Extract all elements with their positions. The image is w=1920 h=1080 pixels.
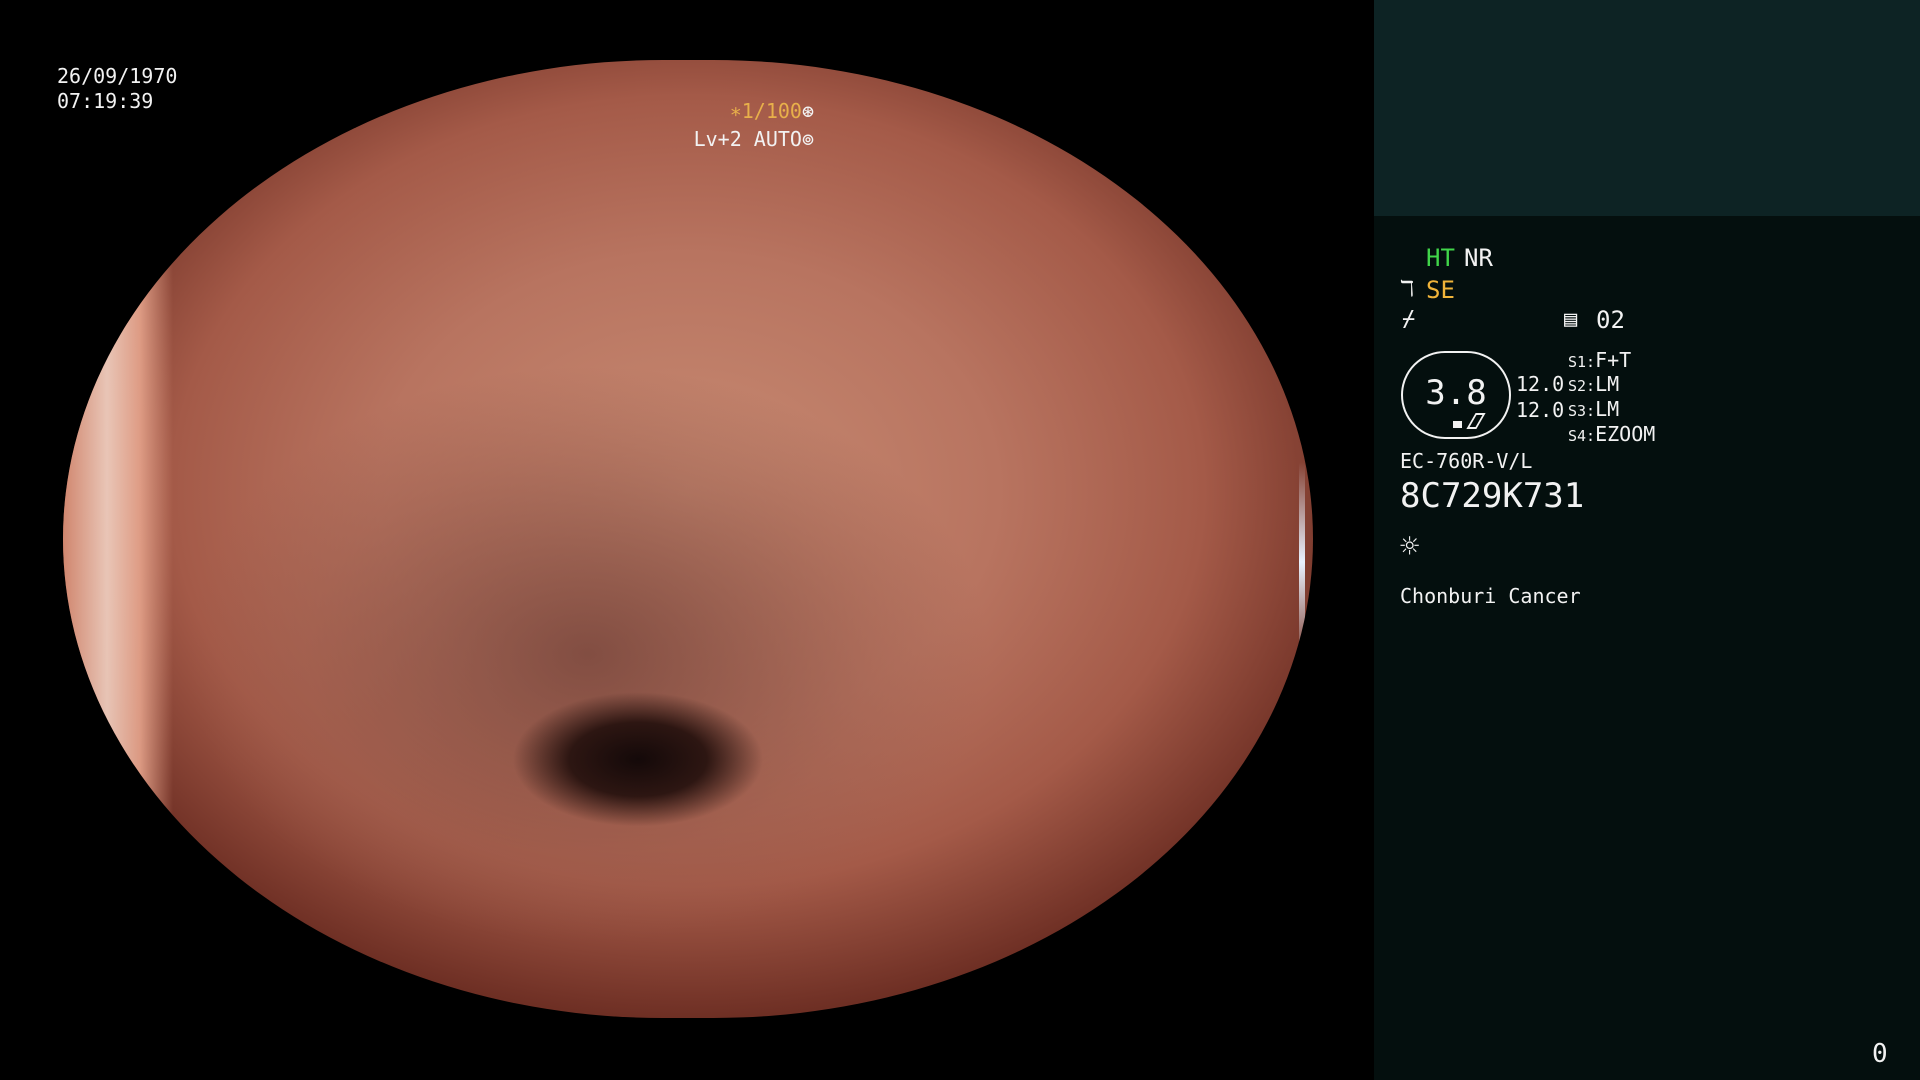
switch-s3: S3:LM <box>1568 397 1619 423</box>
zoom-value-bottom: 12.0 <box>1516 398 1565 422</box>
scope-model: EC-760R-V/L <box>1400 449 1533 473</box>
level-text: Lv+2 AUTO <box>693 127 802 151</box>
frame-counter: 0 <box>1872 1039 1888 1069</box>
switch-value: LM <box>1595 397 1620 421</box>
exam-date: 26/09/1970 <box>57 64 178 88</box>
shutter-icon: ⊛ <box>801 99 814 123</box>
zoom-value: 3.8 <box>1425 373 1487 413</box>
switch-value: LM <box>1595 372 1620 396</box>
switch-value: EZOOM <box>1595 422 1656 446</box>
switch-key: S4: <box>1568 427 1596 445</box>
switch-key: S3: <box>1568 402 1596 420</box>
switch-s4: S4:EZOOM <box>1568 422 1655 448</box>
light-source-icon: ☼ <box>1400 527 1420 565</box>
zoom-value-top: 12.0 <box>1516 372 1565 396</box>
se-indicator: SE <box>1426 276 1455 304</box>
switch-value: F+T <box>1595 348 1632 372</box>
shutter-speed: ∗1/100⊛ <box>730 98 814 124</box>
zoom-slash-icon <box>1466 413 1486 429</box>
switch-key: S2: <box>1568 377 1596 395</box>
endoscopy-image <box>63 60 1313 1018</box>
brightness-level: Lv+2 AUTO⊚ <box>694 126 814 152</box>
zoom-marker-icon <box>1453 421 1462 428</box>
zoom-indicator: 3.8 <box>1401 351 1511 439</box>
endoscope-view: 26/09/1970 07:19:39 ∗1/100⊛ Lv+2 AUTO⊚ <box>0 0 1374 1080</box>
info-panel-header <box>1374 0 1920 216</box>
shutter-value: ∗1/100 <box>729 99 802 123</box>
auto-iris-icon: ⊚ <box>801 127 814 151</box>
nr-indicator: NR <box>1464 244 1493 272</box>
scope-serial: 8C729K731 <box>1400 476 1585 516</box>
memory-icon: ▤ <box>1564 307 1578 332</box>
hospital-name: Chonburi Cancer <box>1400 584 1581 608</box>
switch-s1: S1:F+T <box>1568 348 1631 374</box>
switch-key: S1: <box>1568 353 1596 371</box>
ht-indicator: HT <box>1426 244 1455 272</box>
enhancement-icon: ⌿ <box>1402 307 1416 332</box>
exam-time: 07:19:39 <box>57 89 154 113</box>
info-panel: HT NR ℸ SE ⌿ ▤ 02 3.8 12.0 12.0 S1:F+T S… <box>1374 0 1920 1080</box>
memory-value: 02 <box>1596 306 1625 334</box>
structure-enhance-icon: ℸ <box>1400 277 1415 302</box>
switch-s2: S2:LM <box>1568 372 1619 398</box>
